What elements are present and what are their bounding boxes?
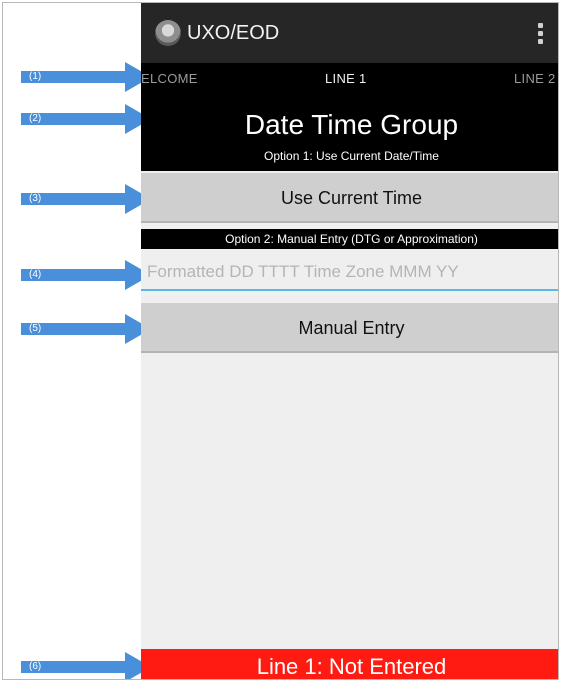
tab-line-2[interactable]: LINE 2 xyxy=(514,71,556,86)
callout-label: (3) xyxy=(29,193,42,204)
app-logo-icon xyxy=(155,20,181,46)
callout-label: (4) xyxy=(29,269,42,280)
tab-line-1[interactable]: LINE 1 xyxy=(325,71,367,86)
callout-arrow-3: (3) xyxy=(21,184,151,214)
manual-entry-button[interactable]: Manual Entry xyxy=(141,303,558,353)
callout-label: (5) xyxy=(29,323,42,334)
status-bar: Line 1: Not Entered xyxy=(141,649,558,679)
callout-arrow-4: (4) xyxy=(21,260,151,290)
page-title: Date Time Group xyxy=(244,109,459,140)
tab-strip: ELCOME LINE 1 LINE 2 xyxy=(141,63,558,95)
app-bar: UXO/EOD xyxy=(141,3,558,63)
callout-label: (6) xyxy=(29,661,42,672)
callout-arrow-5: (5) xyxy=(21,314,151,344)
tab-welcome[interactable]: ELCOME xyxy=(141,71,198,86)
dtg-input[interactable]: Formatted DD TTTT Time Zone MMM YY xyxy=(141,257,558,291)
use-current-time-button[interactable]: Use Current Time xyxy=(141,173,558,223)
callout-label: (2) xyxy=(29,113,42,124)
option-2-label: Option 2: Manual Entry (DTG or Approxima… xyxy=(141,229,558,249)
callout-label: (1) xyxy=(29,71,42,82)
callout-arrow-1: (1) xyxy=(21,62,151,92)
overflow-menu-icon[interactable] xyxy=(538,23,544,45)
app-screen: UXO/EOD ELCOME LINE 1 LINE 2 Date Time G… xyxy=(141,3,558,679)
figure-frame: (1) (2) (3) (4) (5) (6) UXO/EOD ELCOME L… xyxy=(2,2,559,680)
callout-arrow-6: (6) xyxy=(21,652,151,679)
callout-arrow-2: (2) xyxy=(21,104,151,134)
section-header: Date Time Group Option 1: Use Current Da… xyxy=(141,95,558,171)
app-title: UXO/EOD xyxy=(187,22,280,44)
option-1-label: Option 1: Use Current Date/Time xyxy=(264,149,439,163)
